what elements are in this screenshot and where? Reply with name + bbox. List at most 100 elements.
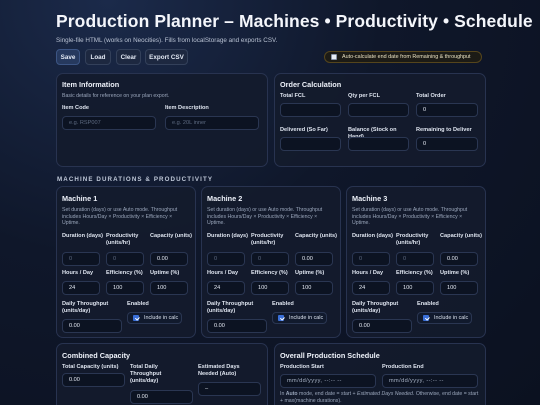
machine-3-uptime-label: Uptime (%): [440, 270, 470, 276]
production-end-input[interactable]: mm/dd/yyyy, --:-- --: [382, 374, 478, 388]
schedule-note-em: Estimated Days Needed: [357, 391, 413, 397]
delivered-input[interactable]: [280, 137, 341, 151]
remaining-label: Remaining to Deliver: [416, 127, 472, 133]
machine-3-efficiency-input[interactable]: 100: [396, 281, 434, 295]
machine-1-productivity-input[interactable]: 0: [106, 252, 144, 266]
machine-1-hours-label: Hours / Day: [62, 270, 94, 276]
total-daily-output: 0.00: [130, 390, 193, 404]
save-button[interactable]: Save: [56, 49, 80, 65]
machine-2-desc: Set duration (days) or use Auto mode. Th…: [207, 207, 323, 227]
page-subtitle: Single-file HTML (works on Neocities). F…: [56, 37, 278, 44]
machine-2-productivity-input[interactable]: 0: [251, 252, 289, 266]
production-start-input[interactable]: mm/dd/yyyy, --:-- --: [280, 374, 376, 388]
machine-3-daily-output: 0.00: [352, 319, 412, 333]
item-code-input[interactable]: e.g. RSP007: [62, 116, 156, 130]
schedule-title: Overall Production Schedule: [280, 351, 380, 360]
item-code-label: Item Code: [62, 105, 90, 111]
machine-2-daily-label: Daily Throughput (units/day): [207, 301, 254, 314]
machine-2-title: Machine 2: [207, 194, 243, 203]
remaining-output: 0: [416, 137, 478, 151]
machine-3-hours-label: Hours / Day: [352, 270, 384, 276]
machine-2-duration-label: Duration (days): [207, 233, 249, 239]
machine-1-enabled-label: Enabled: [127, 301, 149, 307]
machines-section-heading: MACHINE DURATIONS & PRODUCTIVITY: [57, 176, 214, 183]
machine-1-title: Machine 1: [62, 194, 98, 203]
machine-1-efficiency-input[interactable]: 100: [106, 281, 144, 295]
machine-3-daily-label: Daily Throughput (units/day): [352, 301, 399, 314]
machine-1-duration-input[interactable]: 0: [62, 252, 100, 266]
machine-3-capacity-output: 0.00: [440, 252, 478, 266]
page-title: Production Planner – Machines • Producti…: [56, 11, 533, 31]
machine-2-efficiency-input[interactable]: 100: [251, 281, 289, 295]
auto-calc-checkbox[interactable]: [331, 54, 337, 60]
machine-1-capacity-output: 0.00: [150, 252, 188, 266]
machine-3-include-label: Include in calc: [434, 315, 469, 321]
machine-3-desc: Set duration (days) or use Auto mode. Th…: [352, 207, 468, 227]
machine-2-duration-input[interactable]: 0: [207, 252, 245, 266]
total-fcl-input[interactable]: [280, 103, 341, 117]
total-fcl-label: Total FCL: [280, 93, 306, 99]
machine-1-daily-output: 0.00: [62, 319, 122, 333]
auto-calc-toggle[interactable]: Auto-calculate end date from Remaining &…: [324, 51, 482, 63]
total-order-output: 0: [416, 103, 478, 117]
total-daily-label: Total Daily Throughput (units/day): [130, 364, 162, 384]
machine-1-duration-label: Duration (days): [62, 233, 104, 239]
production-end-label: Production End: [382, 364, 424, 370]
machine-1-efficiency-label: Efficiency (%): [106, 270, 143, 276]
machine-2-enabled-checkbox[interactable]: [278, 315, 284, 321]
item-info-desc: Basic details for reference on your plan…: [62, 93, 170, 99]
auto-calc-label: Auto-calculate end date from Remaining &…: [342, 54, 471, 60]
item-description-label: Item Description: [165, 105, 209, 111]
schedule-note-auto: Auto: [285, 391, 298, 397]
machine-3-duration-input[interactable]: 0: [352, 252, 390, 266]
machine-3-enabled-toggle[interactable]: Include in calc: [417, 312, 472, 324]
machine-3-duration-label: Duration (days): [352, 233, 394, 239]
item-description-input[interactable]: e.g. 20L inner: [165, 116, 259, 130]
machine-3-title: Machine 3: [352, 194, 388, 203]
machine-2-efficiency-label: Efficiency (%): [251, 270, 288, 276]
machine-2-enabled-label: Enabled: [272, 301, 294, 307]
schedule-note-middle: mode, end date = start +: [297, 391, 357, 397]
machine-2-capacity-label: Capacity (units): [295, 233, 337, 239]
machine-3-enabled-label: Enabled: [417, 301, 439, 307]
machine-1-enabled-toggle[interactable]: Include in calc: [127, 312, 182, 324]
estimated-days-output: –: [198, 382, 261, 396]
machine-2-uptime-label: Uptime (%): [295, 270, 325, 276]
machine-1-desc: Set duration (days) or use Auto mode. Th…: [62, 207, 178, 227]
delivered-label: Delivered (So Far): [280, 127, 328, 133]
machine-1-hours-input[interactable]: 24: [62, 281, 100, 295]
machine-3-productivity-input[interactable]: 0: [396, 252, 434, 266]
machine-2-capacity-output: 0.00: [295, 252, 333, 266]
machine-1-productivity-label: Productivity (units/hr): [106, 233, 139, 246]
machine-2-hours-label: Hours / Day: [207, 270, 239, 276]
machine-3-efficiency-label: Efficiency (%): [396, 270, 433, 276]
load-button[interactable]: Load: [85, 49, 111, 65]
machine-2-enabled-toggle[interactable]: Include in calc: [272, 312, 327, 324]
machine-2-include-label: Include in calc: [289, 315, 324, 321]
machine-1-enabled-checkbox[interactable]: [133, 315, 139, 321]
balance-input[interactable]: [348, 137, 409, 151]
machine-3-capacity-label: Capacity (units): [440, 233, 482, 239]
machine-3-enabled-checkbox[interactable]: [423, 315, 429, 321]
total-capacity-label: Total Capacity (units): [62, 364, 119, 370]
total-order-label: Total Order: [416, 93, 446, 99]
production-start-label: Production Start: [280, 364, 324, 370]
machine-2-uptime-input[interactable]: 100: [295, 281, 333, 295]
machine-1-capacity-label: Capacity (units): [150, 233, 192, 239]
qty-per-fcl-label: Qty per FCL: [348, 93, 381, 99]
machine-2-hours-input[interactable]: 24: [207, 281, 245, 295]
machine-1-include-label: Include in calc: [144, 315, 179, 321]
machine-1-uptime-label: Uptime (%): [150, 270, 180, 276]
machine-1-daily-label: Daily Throughput (units/day): [62, 301, 109, 314]
order-calc-title: Order Calculation: [280, 80, 342, 89]
machine-3-hours-input[interactable]: 24: [352, 281, 390, 295]
machine-3-uptime-input[interactable]: 100: [440, 281, 478, 295]
machine-1-uptime-input[interactable]: 100: [150, 281, 188, 295]
machine-2-daily-output: 0.00: [207, 319, 267, 333]
export-csv-button[interactable]: Export CSV: [145, 49, 188, 65]
machine-2-productivity-label: Productivity (units/hr): [251, 233, 284, 246]
item-info-title: Item Information: [62, 80, 120, 89]
schedule-note: In Auto mode, end date = start + Estimat…: [280, 391, 480, 404]
qty-per-fcl-input[interactable]: [348, 103, 409, 117]
clear-button[interactable]: Clear: [116, 49, 141, 65]
